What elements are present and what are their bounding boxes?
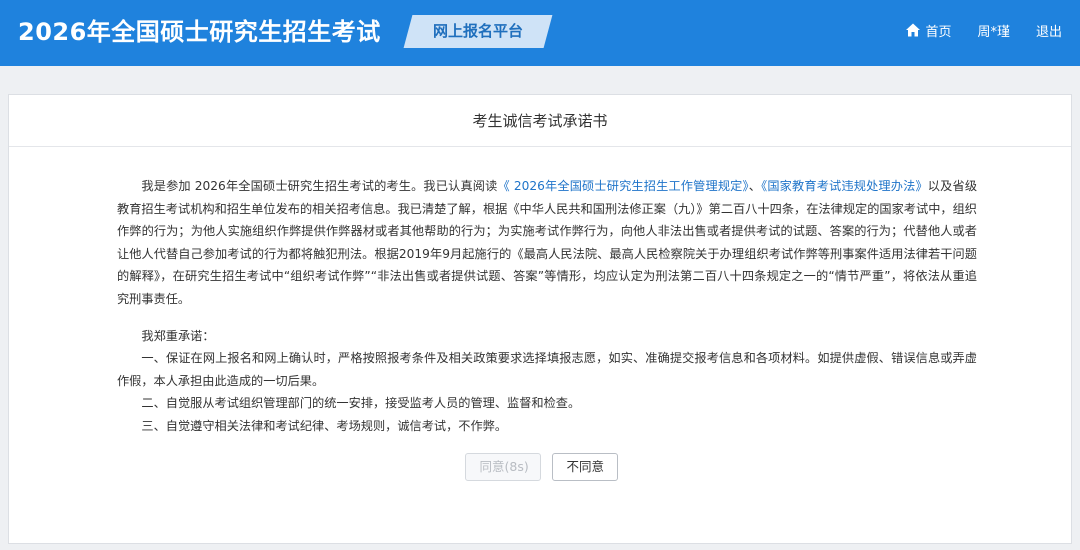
- pledge-heading: 我郑重承诺：: [141, 328, 215, 343]
- site-title: 2026年全国硕士研究生招生考试: [18, 18, 381, 46]
- nav-user-label: 周*瑾: [977, 24, 1010, 40]
- pledge-actions: 同意(8s) 不同意: [9, 453, 1073, 481]
- link-admission-regulations[interactable]: 《 2026年全国硕士研究生招生工作管理规定》: [497, 179, 748, 193]
- home-icon: [906, 23, 921, 37]
- nav-home-label: 首页: [925, 24, 952, 40]
- nav-user-name[interactable]: 周*瑾: [977, 21, 1010, 40]
- nav-home-link[interactable]: 首页: [905, 21, 951, 40]
- agree-button[interactable]: 同意(8s): [464, 453, 541, 481]
- intro-text-part2: 以及省级教育招生考试机构和招生单位发布的相关招考信息。我已清楚了解，根据《中华人…: [117, 179, 978, 306]
- platform-badge-label: 网上报名平台: [432, 22, 523, 40]
- pledge-content: 我是参加 2026年全国硕士研究生招生考试的考生。我已认真阅读《 2026年全国…: [117, 175, 977, 438]
- intro-paragraph: 我是参加 2026年全国硕士研究生招生考试的考生。我已认真阅读《 2026年全国…: [117, 175, 977, 311]
- top-nav: 首页 周*瑾 退出: [905, 20, 1062, 40]
- disagree-button[interactable]: 不同意: [551, 453, 618, 481]
- pledge-item-3: 三、自觉遵守相关法律和考试纪律、考场规则，诚信考试，不作弊。: [141, 418, 508, 433]
- nav-logout-link[interactable]: 退出: [1036, 21, 1062, 40]
- pledge-card: 考生诚信考试承诺书 我是参加 2026年全国硕士研究生招生考试的考生。我已认真阅…: [8, 94, 1072, 544]
- top-header: 2026年全国硕士研究生招生考试 网上报名平台 首页 周*瑾 退出: [0, 0, 1080, 66]
- intro-separator: 、: [748, 179, 762, 193]
- platform-badge: 网上报名平台: [403, 15, 553, 48]
- nav-logout-label: 退出: [1035, 24, 1062, 40]
- pledge-item-1: 一、保证在网上报名和网上确认时，严格按照报考条件及相关政策要求选择填报志愿，如实…: [117, 351, 977, 388]
- link-violation-measures[interactable]: 《国家教育考试违规处理办法》: [761, 179, 928, 193]
- pledge-list: 我郑重承诺： 一、保证在网上报名和网上确认时，严格按照报考条件及相关政策要求选择…: [117, 325, 977, 438]
- intro-text-part1: 我是参加 2026年全国硕士研究生招生考试的考生。我已认真阅读: [141, 179, 498, 193]
- pledge-item-2: 二、自觉服从考试组织管理部门的统一安排，接受监考人员的管理、监督和检查。: [141, 396, 581, 411]
- pledge-card-title: 考生诚信考试承诺书: [9, 95, 1071, 147]
